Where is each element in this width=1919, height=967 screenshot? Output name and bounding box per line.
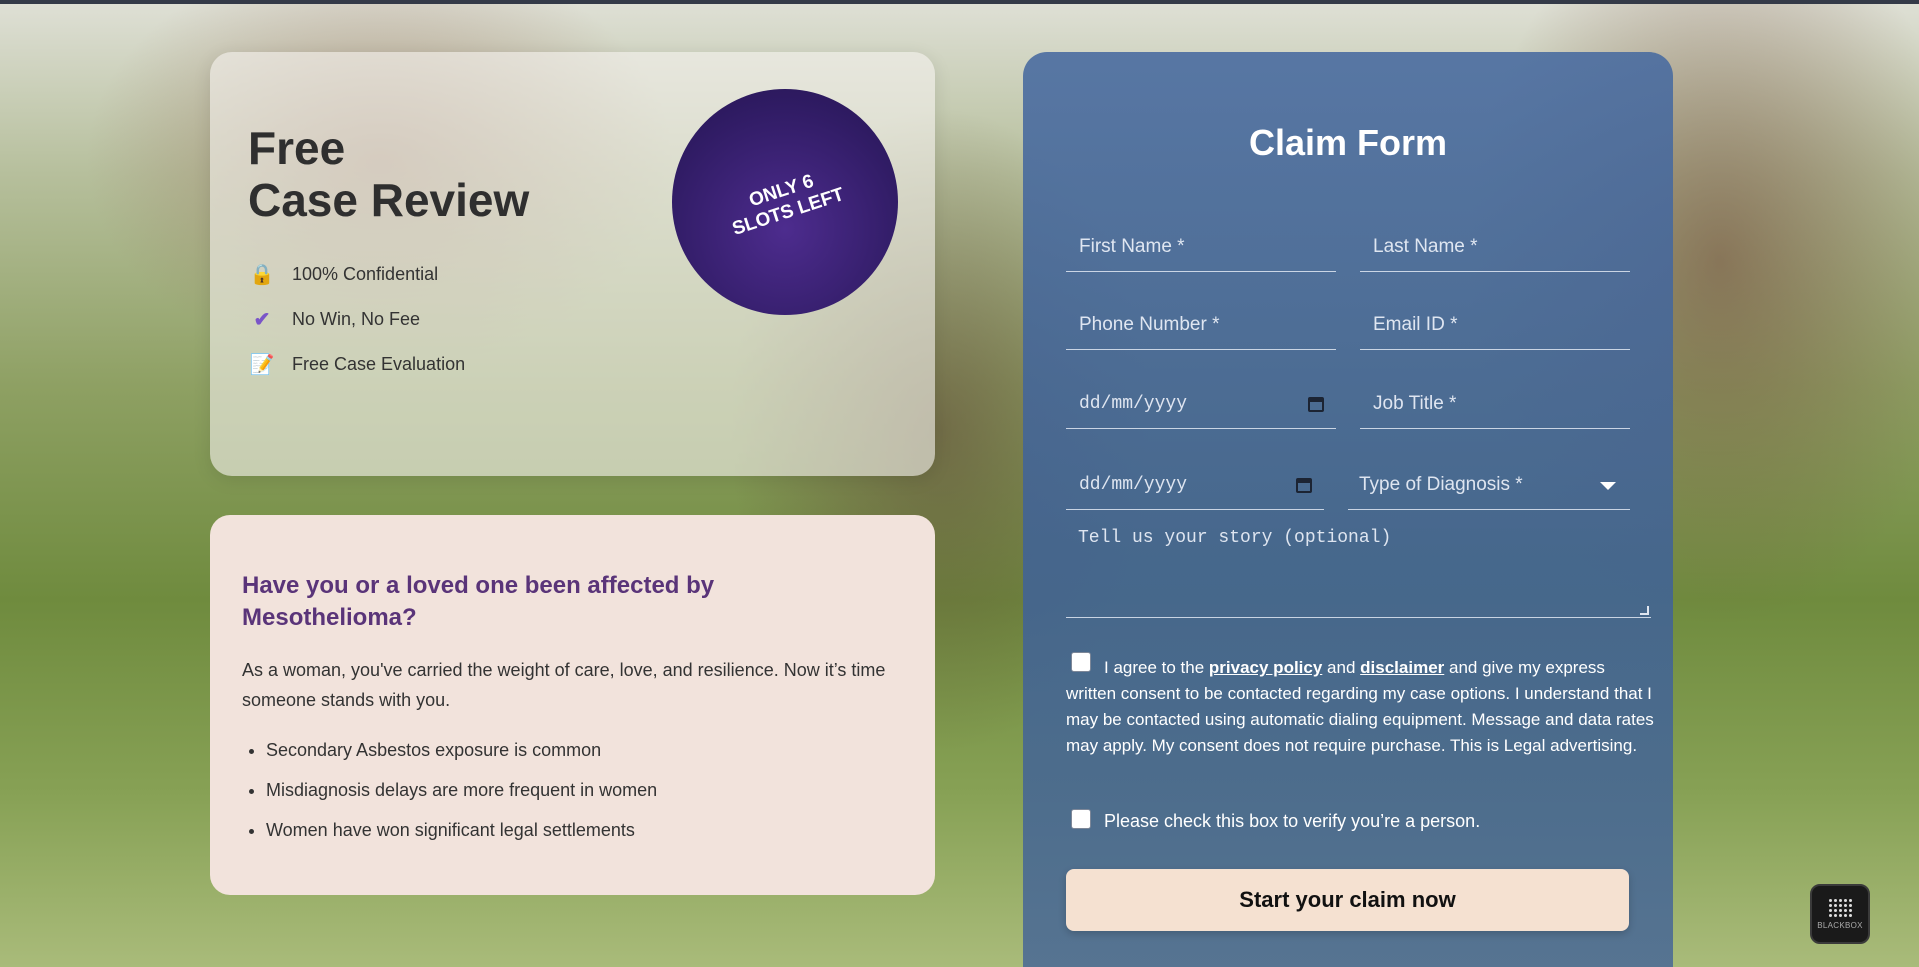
story-textarea[interactable]: Tell us your story (optional) [1066,512,1651,618]
first-name-field[interactable]: First Name * [1066,222,1336,272]
last-name-field[interactable]: Last Name * [1360,222,1630,272]
date-field-2[interactable]: dd/mm/yyyy [1066,460,1324,510]
resize-handle[interactable] [1640,606,1649,615]
blackbox-widget-button[interactable]: BLACKBOX [1810,884,1870,944]
blackbox-logo-icon [1828,898,1852,917]
email-field[interactable]: Email ID * [1360,300,1630,350]
feature-item: ✔ No Win, No Fee [248,297,465,342]
chevron-down-icon [1600,482,1616,490]
start-claim-button[interactable]: Start your claim now [1066,869,1629,931]
verify-person-label: Please check this box to verify you’re a… [1104,811,1481,831]
diagnosis-select[interactable]: Type of Diagnosis * [1348,460,1630,510]
info-bullet-list: Secondary Asbestos exposure is common Mi… [266,735,886,855]
feature-item: 🔒 100% Confidential [248,252,465,297]
date-field-1[interactable]: dd/mm/yyyy [1066,379,1336,429]
job-title-field[interactable]: Job Title * [1360,379,1630,429]
disclaimer-link[interactable]: disclaimer [1360,658,1444,677]
feature-list: 🔒 100% Confidential ✔ No Win, No Fee 📝 F… [248,252,466,387]
checkmark-icon: ✔ [253,309,271,331]
claim-form-card: Claim Form First Name * Last Name * Phon… [1023,52,1673,967]
info-card: Have you or a loved one been affected by… [210,515,935,895]
consent-text: I agree to the privacy policy and discla… [1066,658,1654,755]
document-icon: 📝 [249,354,275,376]
form-title: Claim Form [1248,122,1448,163]
top-bar [0,0,1919,4]
case-review-card: Free Case Review 🔒 100% Confidential ✔ N… [210,52,935,476]
list-item: Women have won significant legal settlem… [266,815,886,855]
blackbox-label: BLACKBOX [1817,920,1863,930]
info-title: Have you or a loved one been affected by… [242,572,715,631]
lock-icon: 🔒 [249,264,275,286]
list-item: Misdiagnosis delays are more frequent in… [266,775,886,815]
case-review-title: Free Case Review [248,122,530,226]
info-text: As a woman, you've carried the weight of… [242,660,886,710]
phone-field[interactable]: Phone Number * [1066,300,1336,350]
calendar-icon[interactable] [1308,397,1324,412]
feature-item: 📝 Free Case Evaluation [248,342,466,387]
verify-person-checkbox[interactable] [1071,809,1091,829]
calendar-icon[interactable] [1296,478,1312,493]
privacy-policy-link[interactable]: privacy policy [1209,658,1322,677]
slots-left-badge: ONLY 6 SLOTS LEFT [672,89,898,315]
list-item: Secondary Asbestos exposure is common [266,735,886,775]
